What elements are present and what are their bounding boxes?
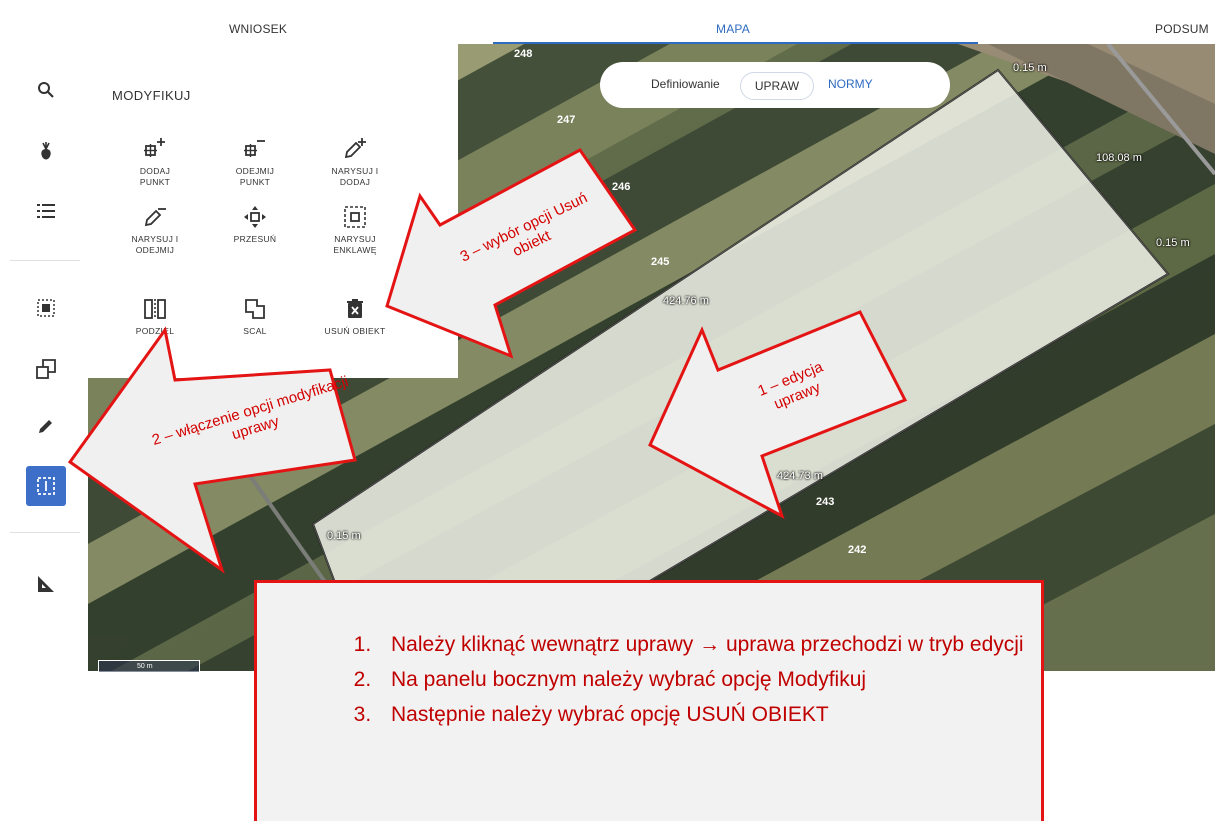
- instruction-list: Należy kliknąć wewnątrz uprawy → uprawa …: [335, 627, 1057, 732]
- instruction-item: Na panelu bocznym należy wybrać opcję Mo…: [377, 662, 1057, 697]
- instruction-item: Następnie należy wybrać opcję USUŃ OBIEK…: [377, 697, 1057, 732]
- instruction-box: Należy kliknąć wewnątrz uprawy → uprawa …: [254, 580, 1044, 821]
- instruction-item: Należy kliknąć wewnątrz uprawy → uprawa …: [377, 627, 1057, 662]
